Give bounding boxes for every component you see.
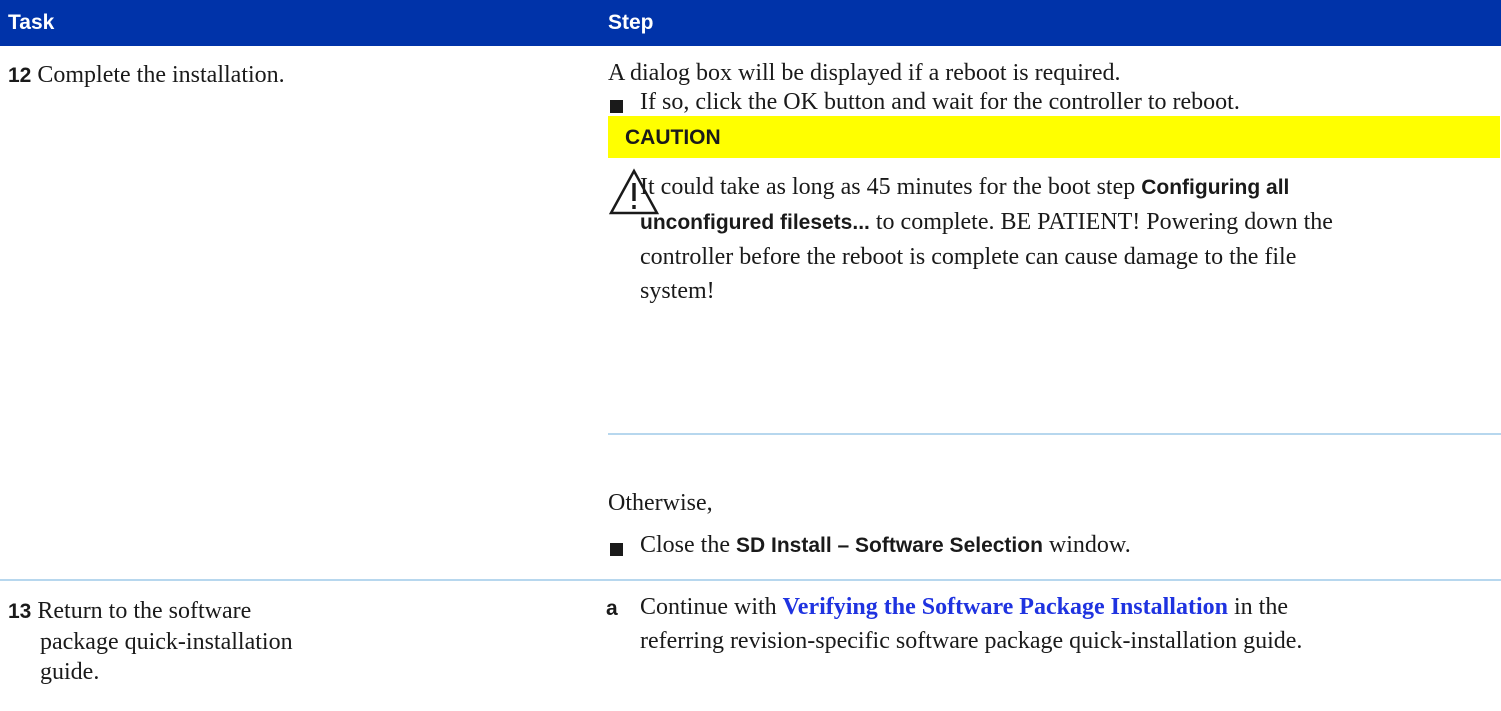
bullet2-text-before: Close the: [640, 532, 736, 558]
task-text: Complete the installation.: [37, 62, 285, 88]
bullet-icon: [610, 543, 623, 556]
task-12: 12 Complete the installation.: [8, 60, 285, 91]
header-step: Step: [608, 11, 654, 34]
caution-banner: CAUTION: [608, 116, 1500, 158]
caution-text-4: system!: [640, 278, 715, 304]
verify-installation-link[interactable]: Verifying the Software Package Installat…: [783, 594, 1228, 620]
task-13: 13 Return to the software package quick-…: [8, 596, 293, 687]
header-task: Task: [8, 11, 55, 34]
step-bullet-2: Close the SD Install – Software Selectio…: [640, 528, 1131, 563]
step-13-after: in the: [1227, 594, 1288, 620]
table-header: Task Step: [0, 0, 1501, 46]
caution-text-3: controller before the reboot is complete…: [640, 244, 1297, 270]
task-number: 13: [8, 600, 32, 623]
task-number: 12: [8, 64, 32, 87]
task-line-3: guide.: [40, 659, 100, 685]
bullet-icon: [610, 100, 623, 113]
caution-label: CAUTION: [625, 126, 721, 149]
step-13-before: Continue with: [640, 594, 783, 620]
caution-bold-1: Configuring all: [1141, 176, 1290, 199]
step-bullet-1: If so, click the OK button and wait for …: [640, 89, 1240, 115]
step-13-line-2: referring revision-specific software pac…: [640, 628, 1303, 654]
caution-divider: [608, 433, 1501, 435]
task-line-1: Return to the software: [37, 598, 252, 624]
caution-bold-2: unconfigured filesets...: [640, 211, 870, 234]
bullet2-bold: SD Install – Software Selection: [736, 534, 1043, 557]
step-letter: a: [606, 597, 618, 620]
caution-text-2: to complete. BE PATIENT! Powering down t…: [869, 209, 1333, 235]
row-divider: [0, 579, 1501, 581]
bullet2-text-after: window.: [1042, 532, 1131, 558]
caution-text: It could take as long as 45 minutes for …: [640, 170, 1500, 308]
otherwise-text: Otherwise,: [608, 490, 713, 516]
task-line-2: package quick-installation: [40, 629, 293, 655]
caution-text-1: It could take as long as 45 minutes for …: [640, 174, 1142, 200]
step-13-text: Continue with Verifying the Software Pac…: [640, 590, 1500, 658]
